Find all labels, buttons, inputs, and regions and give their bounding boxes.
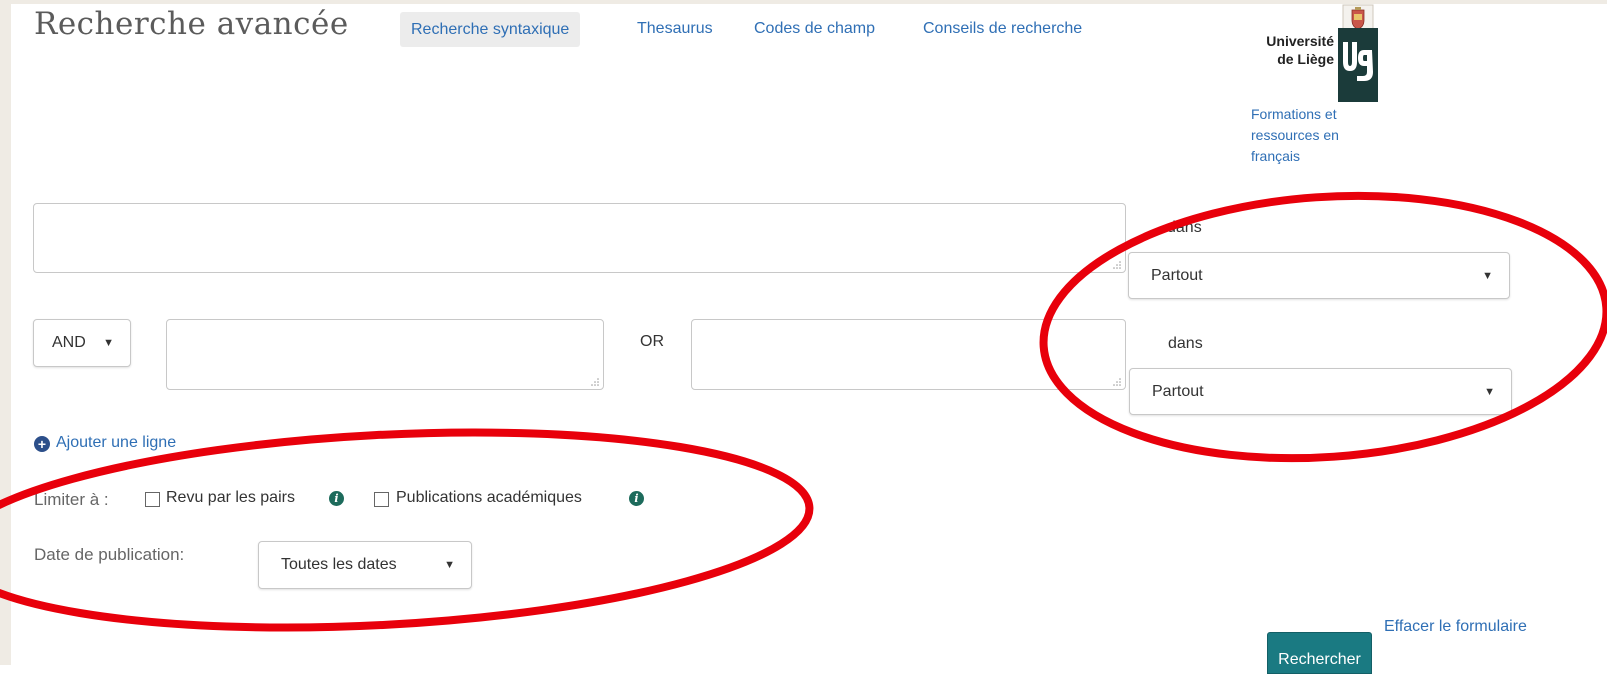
peer-reviewed-label: Revu par les pairs bbox=[166, 489, 295, 506]
university-logo[interactable]: Université de Liège bbox=[1252, 4, 1382, 102]
publication-date-label: Date de publication: bbox=[34, 545, 185, 564]
tab-codes-de-champ[interactable]: Codes de champ bbox=[754, 20, 875, 38]
chevron-down-icon: ▼ bbox=[1484, 385, 1495, 398]
field-select-2[interactable]: Partout ▼ bbox=[1129, 368, 1512, 415]
publication-date-value: Toutes les dates bbox=[281, 556, 397, 573]
field-select-1[interactable]: Partout ▼ bbox=[1128, 252, 1510, 299]
field-select-1-value: Partout bbox=[1151, 266, 1203, 284]
search-term-input-1[interactable] bbox=[33, 203, 1126, 273]
logo-caption-link[interactable]: Formations et ressources en français bbox=[1251, 104, 1361, 167]
field-select-2-value: Partout bbox=[1152, 382, 1204, 400]
tab-thesaurus[interactable]: Thesaurus bbox=[637, 20, 713, 38]
page-left-border bbox=[0, 0, 11, 665]
uliege-logo-icon bbox=[1338, 28, 1378, 102]
clear-form-link[interactable]: Effacer le formulaire bbox=[1384, 618, 1527, 636]
search-term-input-2a[interactable] bbox=[166, 319, 604, 390]
academic-publications-label: Publications académiques bbox=[396, 489, 582, 506]
resize-grip-icon bbox=[1113, 261, 1121, 269]
chevron-down-icon: ▼ bbox=[444, 559, 455, 571]
logo-text-universite: Université bbox=[1266, 33, 1334, 49]
academic-publications-checkbox[interactable] bbox=[374, 492, 389, 507]
tab-conseils-de-recherche[interactable]: Conseils de recherche bbox=[923, 20, 1082, 38]
chevron-down-icon: ▼ bbox=[1482, 269, 1493, 282]
resize-grip-icon bbox=[1113, 378, 1121, 386]
tab-recherche-syntaxique[interactable]: Recherche syntaxique bbox=[400, 12, 581, 47]
peer-reviewed-checkbox[interactable] bbox=[145, 492, 160, 507]
boolean-operator-select[interactable]: AND ▼ bbox=[33, 319, 131, 367]
dans-label-2: dans bbox=[1168, 335, 1203, 352]
resize-grip-icon bbox=[591, 378, 599, 386]
page-title: Recherche avancée bbox=[34, 6, 349, 42]
add-line-label: Ajouter une ligne bbox=[56, 434, 177, 451]
dans-label-1: dans bbox=[1167, 219, 1202, 236]
or-label: OR bbox=[640, 333, 664, 350]
plus-circle-icon: + bbox=[34, 436, 50, 452]
search-button[interactable]: Rechercher bbox=[1267, 632, 1372, 674]
add-line-link[interactable]: + Ajouter une ligne bbox=[34, 434, 176, 452]
search-term-input-2b[interactable] bbox=[691, 319, 1126, 390]
boolean-operator-value: AND bbox=[52, 334, 86, 351]
logo-text-de-liege: de Liège bbox=[1277, 51, 1334, 67]
info-icon[interactable]: i bbox=[629, 491, 644, 506]
chevron-down-icon: ▼ bbox=[103, 337, 114, 349]
publication-date-select[interactable]: Toutes les dates ▼ bbox=[258, 541, 472, 589]
info-icon[interactable]: i bbox=[329, 491, 344, 506]
limit-label: Limiter à : bbox=[34, 490, 109, 509]
